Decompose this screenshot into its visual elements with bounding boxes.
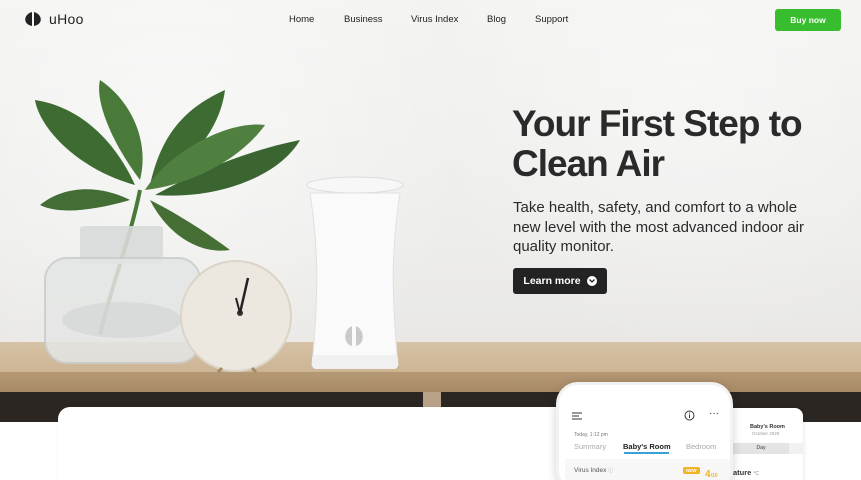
nav-link-support[interactable]: Support xyxy=(535,14,568,25)
info-small-icon: ⓘ xyxy=(608,468,614,474)
more-options-icon[interactable]: ··· xyxy=(709,408,719,419)
menu-icon[interactable] xyxy=(572,412,582,420)
virus-index-value: 4/10 xyxy=(705,464,718,480)
hero-headline-line2: Clean Air xyxy=(512,143,665,184)
nav-link-blog[interactable]: Blog xyxy=(487,14,506,25)
virus-index-label-text: Virus Index xyxy=(574,467,607,474)
glass-vase xyxy=(44,226,201,364)
phone-tab-bedroom[interactable]: Bedroom xyxy=(686,442,716,451)
desk-clock xyxy=(180,260,292,374)
hero-subtext: Take health, safety, and comfort to a wh… xyxy=(513,199,804,255)
content-card xyxy=(58,407,603,480)
brand-name: uHoo xyxy=(49,11,84,27)
tablet-range-bar: Day xyxy=(733,443,803,454)
virus-index-label: Virus Index ⓘ xyxy=(574,467,613,474)
hero-headline-line1: Your First Step to xyxy=(512,103,803,144)
tablet-room-title: Baby's Room xyxy=(750,424,785,430)
chevron-down-icon xyxy=(586,276,597,286)
top-nav: uHoo Home Business Virus Index Blog Supp… xyxy=(0,0,861,40)
phone-tab-babys-room[interactable]: Baby's Room xyxy=(623,442,671,451)
learn-more-button[interactable]: Learn more xyxy=(513,268,607,294)
info-icon[interactable] xyxy=(684,410,695,421)
new-badge: NEW xyxy=(683,467,700,474)
brand-logo[interactable]: uHoo xyxy=(22,11,84,27)
hero-headline: Your First Step to Clean Air xyxy=(512,104,832,184)
phone-mockup: ··· Today, 1:12 pm Summary Baby's Room B… xyxy=(556,382,733,480)
tablet-metric-unit: °C xyxy=(753,471,760,477)
active-tab-indicator xyxy=(624,452,669,454)
nav-link-virus-index[interactable]: Virus Index xyxy=(411,14,458,25)
tablet-metric-label: ature °C xyxy=(733,468,759,477)
hero-section: uHoo Home Business Virus Index Blog Supp… xyxy=(0,0,861,422)
virus-index-unit: /10 xyxy=(710,473,718,479)
uhoo-logo-icon xyxy=(25,12,41,26)
tablet-metric-name: ature xyxy=(733,468,752,477)
phone-tab-summary[interactable]: Summary xyxy=(574,442,606,451)
tablet-range-tab-day[interactable]: Day xyxy=(733,443,789,454)
phone-timestamp: Today, 1:12 pm xyxy=(574,432,608,438)
plant-leaves xyxy=(35,80,300,251)
uhoo-device xyxy=(306,176,404,369)
nav-link-home[interactable]: Home xyxy=(289,14,314,25)
learn-more-label: Learn more xyxy=(523,275,581,287)
tablet-date: October 2020 xyxy=(752,431,780,436)
buy-now-button[interactable]: Buy now xyxy=(775,9,841,31)
nav-link-business[interactable]: Business xyxy=(344,14,383,25)
phone-metric-card[interactable]: Virus Index ⓘ NEW 4/10 xyxy=(565,459,730,480)
